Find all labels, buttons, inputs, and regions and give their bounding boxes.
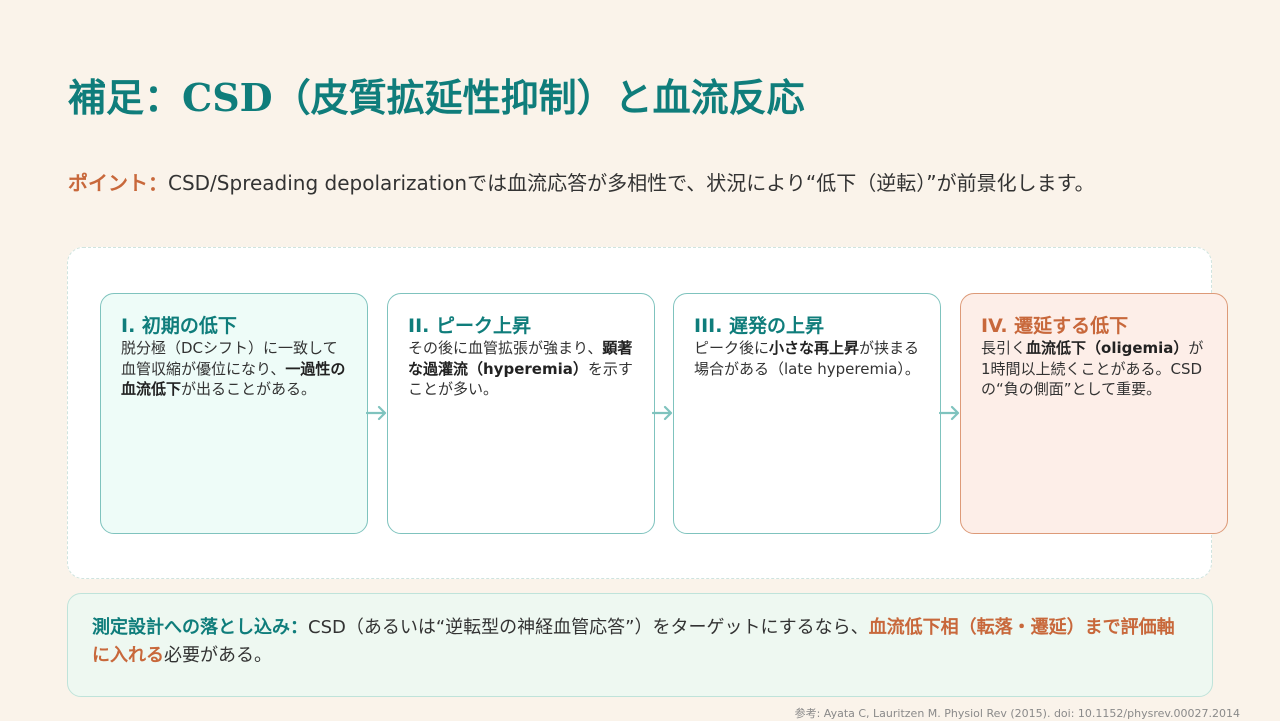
phase-card-body: ピーク後に小さな再上昇が挟まる場合がある（late hyperemia）。 [694,339,920,378]
reference-citation: 参考: Ayata C, Lauritzen M. Physiol Rev (2… [794,707,1240,720]
phase-card-body: 脱分極（DCシフト）に一致して血管収縮が優位になり、一過性の血流低下が出ることが… [121,339,346,398]
key-point: ポイント：CSD/Spreading depolarizationでは血流応答が… [68,168,1228,198]
arrow-right-icon [939,404,961,422]
phase-card-title: II. ピーク上昇 [408,315,531,337]
phase-card-body: その後に血管拡張が強まり、顕著な過灌流（hyperemia）を示すことが多い。 [408,339,633,398]
note-text: CSD（あるいは“逆転型の神経血管応答”）をターゲットにするなら、 [308,617,869,638]
phase-card-prolonged-decrease: IV. 遷延する低下 長引く血流低下（oligemia）が1時間以上続くことがあ… [960,293,1228,534]
phase-card-title: III. 遅発の上昇 [694,315,825,337]
phase-card-emphasis: 小さな再上昇 [769,339,860,357]
note-tail: 必要がある。 [164,645,272,666]
phase-card-body: 長引く血流低下（oligemia）が1時間以上続くことがある。CSDの“負の側面… [981,339,1204,398]
note-label: 測定設計への落とし込み： [92,617,308,638]
arrow-right-icon [366,404,388,422]
phase-card-title: I. 初期の低下 [121,315,237,337]
phase-card-emphasis: 血流低下（oligemia） [1026,339,1189,357]
measurement-design-note: 測定設計への落とし込み：CSD（あるいは“逆転型の神経血管応答”）をターゲットに… [67,593,1213,697]
phase-card-peak-rise: II. ピーク上昇 その後に血管拡張が強まり、顕著な過灌流（hyperemia）… [387,293,655,534]
key-point-label: ポイント： [68,171,168,195]
phase-card-title: IV. 遷延する低下 [981,315,1129,337]
key-point-text: CSD/Spreading depolarizationでは血流応答が多相性で、… [168,171,1095,195]
phase-card-initial-decrease: I. 初期の低下 脱分極（DCシフト）に一致して血管収縮が優位になり、一過性の血… [100,293,368,534]
arrow-right-icon [652,404,674,422]
phase-card-late-rise: III. 遅発の上昇 ピーク後に小さな再上昇が挟まる場合がある（late hyp… [673,293,941,534]
page-title: 補足：CSD（皮質拡延性抑制）と血流反応 [68,75,805,120]
